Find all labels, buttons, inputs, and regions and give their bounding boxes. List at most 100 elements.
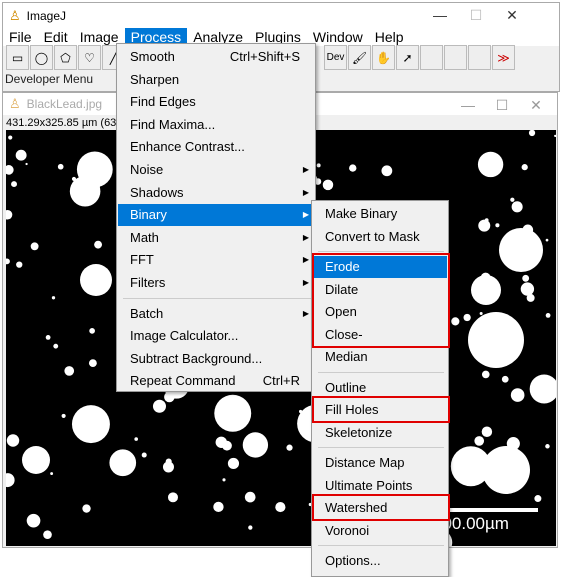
particle <box>6 210 13 220</box>
particle <box>451 317 460 326</box>
hand-tool[interactable]: ✋ <box>372 45 395 70</box>
particle <box>51 296 56 300</box>
minimize-button[interactable]: — <box>423 3 457 28</box>
menu-item-options[interactable]: Options... <box>313 550 447 572</box>
menu-item-fft[interactable]: FFT ▶ <box>118 249 314 271</box>
menu-item-skeletonize[interactable]: Skeletonize <box>313 422 447 444</box>
menu-item-label: Enhance Contrast... <box>130 139 245 155</box>
minimize-button[interactable]: — <box>451 93 485 118</box>
menu-item-sharpen[interactable]: Sharpen <box>118 69 314 91</box>
close-button[interactable]: ✕ <box>519 93 553 118</box>
menu-item-binary[interactable]: Binary ▶ <box>118 204 314 227</box>
maximize-button[interactable]: ☐ <box>459 3 493 28</box>
menu-separator <box>318 251 444 252</box>
submenu-arrow-icon: ▶ <box>302 210 309 220</box>
menu-item-smooth[interactable]: Smooth Ctrl+Shift+S <box>118 46 314 68</box>
menu-item-label: Median <box>325 349 368 364</box>
rectangle-tool[interactable]: ▭ <box>6 45 29 70</box>
particle <box>164 391 175 403</box>
menu-edit[interactable]: Edit <box>38 28 74 46</box>
menu-item-noise[interactable]: Noise ▶ <box>118 159 314 181</box>
particle <box>484 218 489 223</box>
menu-item-close[interactable]: Close- <box>313 324 447 346</box>
polygon-tool[interactable]: ⬠ <box>54 45 77 70</box>
microscope-icon: ♙ <box>9 96 21 111</box>
menu-item-label: Outline <box>325 379 367 395</box>
menu-file[interactable]: File <box>3 28 38 46</box>
particle <box>481 370 490 379</box>
brush-tool[interactable]: 🖌 <box>348 45 371 70</box>
menu-item-median[interactable]: Median <box>313 346 447 368</box>
menu-item-distance-map[interactable]: Distance Map <box>313 452 447 474</box>
menu-item-label: Convert to Mask <box>325 228 420 244</box>
particle <box>468 312 524 368</box>
status-text: Developer Menu <box>5 72 94 86</box>
particle <box>471 275 501 305</box>
menu-item-label: Open <box>325 304 357 319</box>
menu-item-label: Skeletonize <box>325 424 393 440</box>
particle <box>134 437 138 441</box>
particle <box>495 223 500 228</box>
maximize-button[interactable]: ☐ <box>485 93 519 118</box>
particle <box>30 242 39 251</box>
particle <box>242 432 269 458</box>
image-title: BlackLead.jpg <box>26 97 103 111</box>
menu-item-ultimate-points[interactable]: Ultimate Points <box>313 475 447 497</box>
more-tools[interactable]: ≫ <box>492 45 515 70</box>
particle <box>53 343 59 349</box>
process-menu: Smooth Ctrl+Shift+S Sharpen Find Edges Find … <box>116 43 316 392</box>
menu-item-convert-to-mask[interactable]: Convert to Mask <box>313 226 447 248</box>
menu-item-fill-holes[interactable]: Fill Holes <box>313 399 447 421</box>
particle <box>545 312 551 318</box>
menu-item-outline[interactable]: Outline <box>313 377 447 399</box>
menu-item-label: Repeat Command <box>130 373 236 389</box>
menu-item-enhance-contrast[interactable]: Enhance Contrast... <box>118 136 314 158</box>
oval-tool[interactable]: ◯ <box>30 45 53 70</box>
particle <box>6 165 14 175</box>
menu-window[interactable]: Window <box>307 28 369 46</box>
particle <box>479 312 483 316</box>
particle <box>481 426 493 437</box>
dev-menu-tool[interactable]: Dev <box>324 45 347 70</box>
menu-item-image-calculator[interactable]: Image Calculator... <box>118 325 314 347</box>
menu-item-find-maxima[interactable]: Find Maxima... <box>118 114 314 136</box>
close-button[interactable]: ✕ <box>495 3 529 28</box>
particle <box>534 495 542 503</box>
menu-item-math[interactable]: Math ▶ <box>118 227 314 249</box>
menu-item-filters[interactable]: Filters ▶ <box>118 272 314 294</box>
menu-item-label: Make Binary <box>325 206 398 221</box>
menu-item-find-edges[interactable]: Find Edges <box>118 91 314 113</box>
menu-item-make-binary[interactable]: Make Binary <box>313 203 447 225</box>
particle <box>322 179 334 191</box>
menu-item-open[interactable]: Open <box>313 301 447 323</box>
menu-item-shadows[interactable]: Shadows ▶ <box>118 182 314 204</box>
menu-item-repeat-command[interactable]: Repeat Command Ctrl+R <box>118 370 314 392</box>
dropper-tool[interactable]: ➚ <box>396 45 419 70</box>
menu-help[interactable]: Help <box>369 28 410 46</box>
particle <box>477 151 504 178</box>
menu-item-erode[interactable]: Erode <box>313 256 447 278</box>
menu-item-watershed[interactable]: Watershed <box>313 497 447 519</box>
menu-separator <box>318 447 444 448</box>
menu-item-subtract-background[interactable]: Subtract Background... <box>118 348 314 370</box>
particle <box>109 449 137 477</box>
empty-tool[interactable] <box>468 45 491 70</box>
freehand-tool[interactable]: ♡ <box>78 45 101 70</box>
empty-tool[interactable] <box>420 45 443 70</box>
particle <box>80 264 112 296</box>
particle <box>26 513 41 528</box>
particle <box>275 501 286 513</box>
particle <box>521 164 528 171</box>
menu-item-dilate[interactable]: Dilate <box>313 279 447 301</box>
menu-item-label: FFT <box>130 252 154 268</box>
menu-item-label: Erode <box>325 259 360 274</box>
particle <box>528 130 536 137</box>
menu-item-batch[interactable]: Batch ▶ <box>118 303 314 325</box>
menu-item-label: Voronoi <box>325 522 370 538</box>
menu-item-voronoi[interactable]: Voronoi <box>313 520 447 542</box>
menu-item-label: Batch <box>130 305 164 321</box>
particle <box>463 313 471 322</box>
menu-item-label: Options... <box>325 553 381 568</box>
particle <box>520 282 535 296</box>
empty-tool[interactable] <box>444 45 467 70</box>
